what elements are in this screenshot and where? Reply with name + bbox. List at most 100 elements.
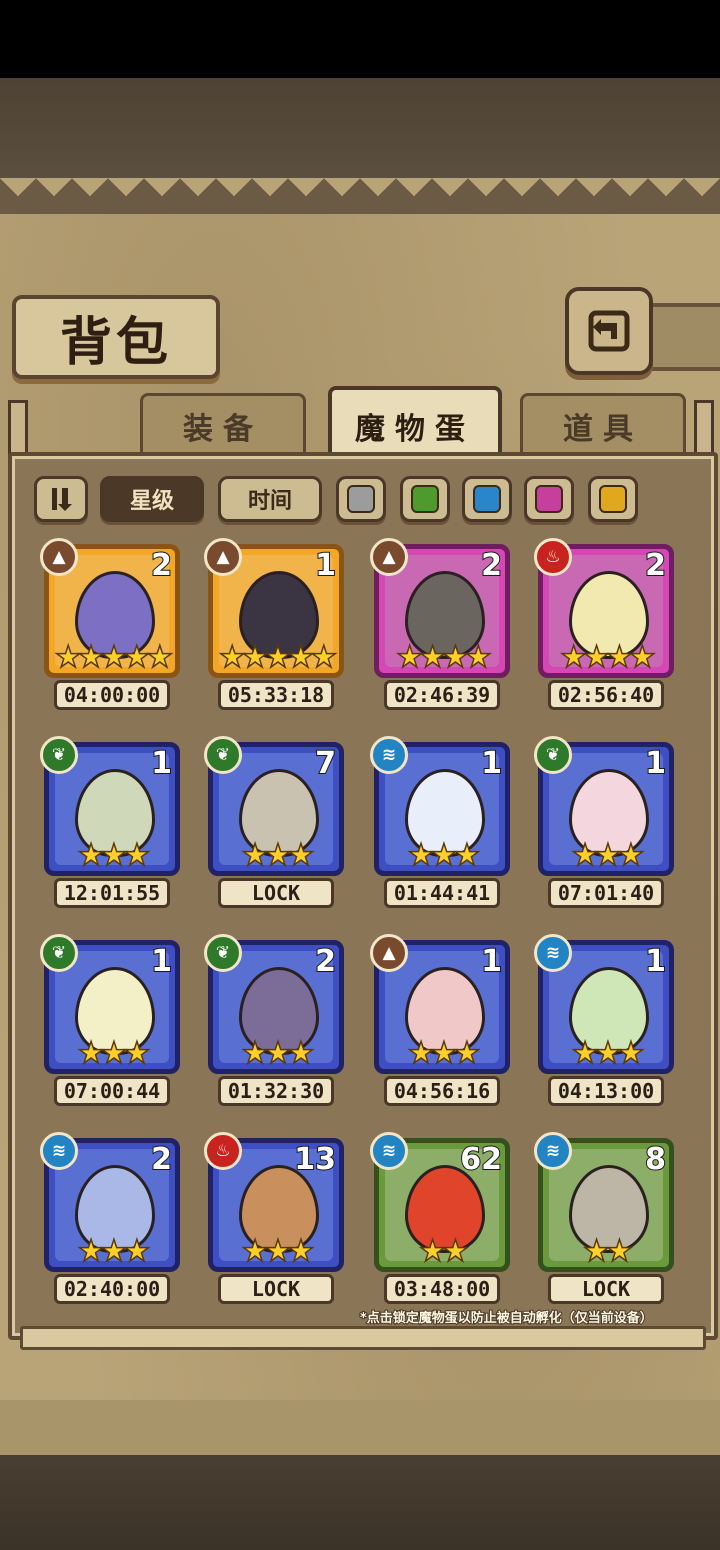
hatch-timer-text: 07:01:40	[557, 881, 655, 905]
hatch-timer-text: LOCK	[251, 1277, 301, 1301]
water-element-icon: ≋	[534, 1132, 572, 1170]
egg-card[interactable]: ❦ 1 ★★★ 07:00:44	[40, 934, 180, 1112]
hatch-timer: 01:32:30	[218, 1076, 334, 1106]
water-element-icon: ≋	[534, 934, 572, 972]
hatch-timer: LOCK	[218, 1274, 334, 1304]
egg-count: 2	[480, 547, 503, 584]
hatch-timer-text: 07:00:44	[63, 1079, 161, 1103]
tab-equipment[interactable]: 装备	[140, 393, 306, 456]
sort-by-star-label: 星级	[129, 489, 174, 514]
hatch-timer-text: 03:48:00	[393, 1277, 491, 1301]
star-rating: ★★★	[241, 1035, 315, 1072]
title-banner: 背包	[12, 295, 220, 379]
water-element-icon: ≋	[370, 1132, 408, 1170]
hatch-timer-text: 01:44:41	[393, 881, 491, 905]
tab-monster-eggs-label: 魔物蛋	[355, 412, 475, 447]
star-rating: ★★	[418, 1233, 469, 1270]
tab-items[interactable]: 道具	[520, 393, 686, 456]
torn-edge-bottom	[0, 1400, 720, 1461]
hatch-timer-text: 02:56:40	[557, 683, 655, 707]
hatch-timer: 04:00:00	[54, 680, 170, 710]
hatch-timer-text: LOCK	[581, 1277, 631, 1301]
egg-card[interactable]: ❦ 1 ★★★ 07:01:40	[534, 736, 674, 914]
egg-count: 1	[150, 745, 173, 782]
status-bar	[0, 0, 720, 78]
star-rating: ★★★	[407, 1035, 481, 1072]
egg-card[interactable]: ≋ 8 ★★ LOCK	[534, 1132, 674, 1310]
filter-gray-button[interactable]	[336, 476, 386, 522]
egg-card[interactable]: ❦ 7 ★★★ LOCK	[204, 736, 344, 914]
star-rating: ★★★	[571, 837, 645, 874]
egg-count: 8	[644, 1141, 667, 1178]
hatch-timer-text: 04:56:16	[393, 1079, 491, 1103]
egg-count: 13	[293, 1141, 337, 1178]
fire-element-icon: ♨	[534, 538, 572, 576]
star-rating: ★★★★	[559, 639, 656, 676]
hatch-timer-text: LOCK	[251, 881, 301, 905]
egg-card[interactable]: ♨ 13 ★★★ LOCK	[204, 1132, 344, 1310]
hatch-timer: 02:56:40	[548, 680, 664, 710]
filter-purple-button[interactable]	[524, 476, 574, 522]
egg-card[interactable]: ≋ 1 ★★★ 01:44:41	[370, 736, 510, 914]
background-bottom	[0, 1455, 720, 1550]
egg-count: 1	[150, 943, 173, 980]
egg-card[interactable]: ▲ 1 ★★★ 04:56:16	[370, 934, 510, 1112]
hatch-timer-text: 04:00:00	[63, 683, 161, 707]
star-rating: ★★★	[241, 837, 315, 874]
star-rating: ★★★	[77, 837, 151, 874]
hatch-timer: 02:40:00	[54, 1274, 170, 1304]
hatch-timer: 04:56:16	[384, 1076, 500, 1106]
tab-monster-eggs[interactable]: 魔物蛋	[328, 386, 502, 462]
back-arrow-icon	[588, 310, 630, 352]
egg-card[interactable]: ≋ 62 ★★ 03:48:00	[370, 1132, 510, 1310]
hatch-timer: 12:01:55	[54, 878, 170, 908]
hatch-timer: 05:33:18	[218, 680, 334, 710]
hatch-timer-text: 02:40:00	[63, 1277, 161, 1301]
nature-element-icon: ❦	[204, 934, 242, 972]
egg-count: 1	[644, 943, 667, 980]
hatch-timer: 04:13:00	[548, 1076, 664, 1106]
blue-swatch	[473, 485, 501, 513]
egg-card[interactable]: ▲ 1 ★★★★★ 05:33:18	[204, 538, 344, 716]
egg-count: 7	[314, 745, 337, 782]
star-rating: ★★	[582, 1233, 633, 1270]
egg-card[interactable]: ≋ 2 ★★★ 02:40:00	[40, 1132, 180, 1310]
water-element-icon: ≋	[370, 736, 408, 774]
earth-element-icon: ▲	[370, 934, 408, 972]
star-rating: ★★★	[77, 1233, 151, 1270]
egg-count: 62	[459, 1141, 503, 1178]
fire-element-icon: ♨	[204, 1132, 242, 1170]
star-rating: ★★★★★	[54, 639, 174, 676]
filter-orange-button[interactable]	[588, 476, 638, 522]
star-rating: ★★★★	[395, 639, 492, 676]
green-swatch	[411, 485, 439, 513]
panel-bottom-bar	[20, 1326, 706, 1350]
earth-element-icon: ▲	[204, 538, 242, 576]
nature-element-icon: ❦	[40, 934, 78, 972]
egg-card[interactable]: ▲ 2 ★★★★ 02:46:39	[370, 538, 510, 716]
egg-card[interactable]: ▲ 2 ★★★★★ 04:00:00	[40, 538, 180, 716]
hatch-timer-text: 05:33:18	[227, 683, 325, 707]
egg-card[interactable]: ≋ 1 ★★★ 04:13:00	[534, 934, 674, 1112]
gray-swatch	[347, 485, 375, 513]
egg-card[interactable]: ♨ 2 ★★★★ 02:56:40	[534, 538, 674, 716]
background-top	[0, 78, 720, 178]
egg-card[interactable]: ❦ 2 ★★★ 01:32:30	[204, 934, 344, 1112]
star-rating: ★★★★★	[218, 639, 338, 676]
sort-by-star-button[interactable]: 星级	[100, 476, 204, 522]
hatch-timer-text: 02:46:39	[393, 683, 491, 707]
sort-by-time-button[interactable]: 时间	[218, 476, 322, 522]
star-rating: ★★★	[407, 837, 481, 874]
back-button[interactable]	[565, 287, 653, 375]
earth-element-icon: ▲	[40, 538, 78, 576]
hatch-timer: 07:00:44	[54, 1076, 170, 1106]
filter-blue-button[interactable]	[462, 476, 512, 522]
sort-order-button[interactable]	[34, 476, 88, 522]
filter-green-button[interactable]	[400, 476, 450, 522]
egg-count: 1	[314, 547, 337, 584]
egg-card[interactable]: ❦ 1 ★★★ 12:01:55	[40, 736, 180, 914]
hatch-timer: 03:48:00	[384, 1274, 500, 1304]
hatch-timer-text: 04:13:00	[557, 1079, 655, 1103]
orange-swatch	[599, 485, 627, 513]
lock-hint-footnote: *点击锁定魔物蛋以防止被自动孵化（仅当前设备）	[359, 1310, 654, 1327]
